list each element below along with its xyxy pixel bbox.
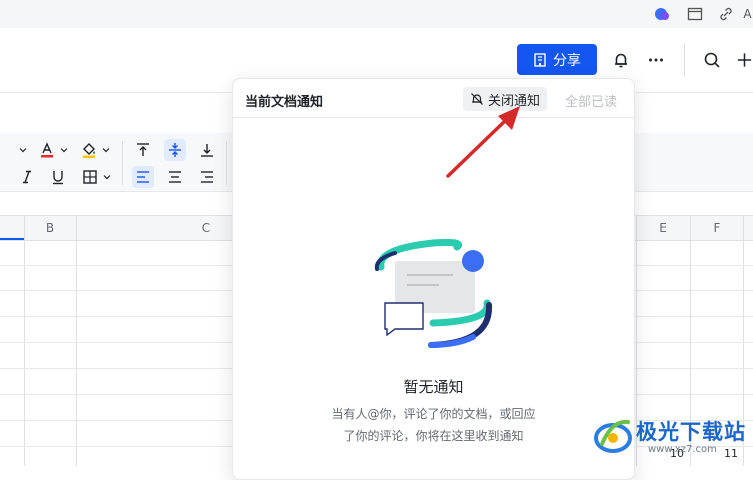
grid-line [24,215,25,466]
bell-icon[interactable] [609,48,633,72]
header-divider [684,44,685,76]
share-label: 分享 [553,52,581,69]
border-icon[interactable] [79,166,101,188]
panel-divider [233,117,634,118]
browser-top-strip: A [0,0,753,28]
building-icon [534,52,546,67]
column-header-e[interactable]: E [636,216,690,240]
watermark-logo-icon [594,419,632,453]
panel-title: 当前文档通知 [245,95,324,110]
empty-state-description: 了你的评论，你将在这里收到通知 [343,429,524,443]
border-chevron-icon[interactable] [100,166,114,188]
font-color-chevron-icon[interactable] [57,139,71,161]
notification-panel: 当前文档通知 关闭通知 全部已读 暂无通知 当有人@你，评论了你的文档，或回应 … [232,78,635,480]
fill-color-chevron-icon[interactable] [99,139,113,161]
more-icon[interactable] [644,48,668,72]
align-right-icon[interactable] [196,166,218,188]
grid-line [76,215,77,466]
mark-all-read-button[interactable]: 全部已读 [565,91,617,110]
italic-icon[interactable] [16,166,38,188]
copilot-icon[interactable] [652,4,672,24]
toolbar-divider [226,141,227,185]
search-icon[interactable] [700,48,724,72]
empty-state-description: 当有人@你，评论了你的文档，或回应 [331,407,536,421]
underline-icon[interactable] [47,166,69,188]
watermark-url: www.xz7.com [648,444,717,455]
toolbar-divider [122,141,123,185]
font-size-icon[interactable]: A [742,4,753,24]
fill-color-icon[interactable] [78,139,100,161]
align-bottom-icon[interactable] [196,139,218,161]
add-icon[interactable] [736,48,753,72]
column-header-f[interactable]: F [691,216,743,240]
font-size-dropdown-chevron-icon[interactable] [16,139,30,161]
watermark-text: 极光下载站 [636,420,746,444]
align-center-icon[interactable] [164,166,186,188]
link-icon[interactable] [716,4,736,24]
align-left-icon[interactable] [132,166,154,188]
window-icon[interactable] [685,4,705,24]
font-color-icon[interactable] [36,139,58,161]
empty-notification-illustration [374,239,493,348]
share-button[interactable]: 分享 [517,44,597,75]
column-header-b[interactable]: B [24,216,76,240]
annotation-arrow [446,106,520,178]
empty-state-title: 暂无通知 [403,378,464,396]
align-top-icon[interactable] [132,139,154,161]
selected-column-indicator [0,238,24,240]
site-watermark: 极光下载站 www.xz7.com [592,412,752,462]
align-middle-icon[interactable] [164,139,186,161]
